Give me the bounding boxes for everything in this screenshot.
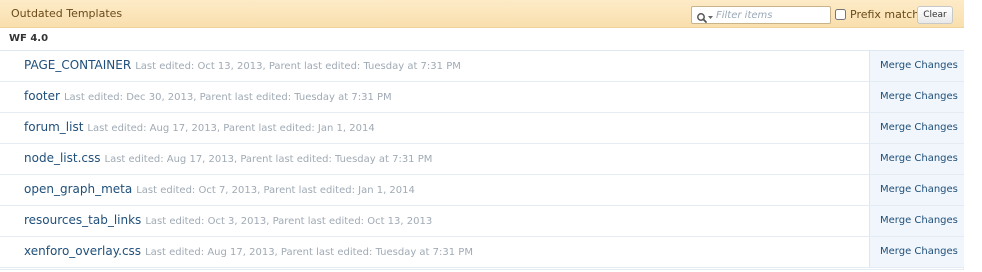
list-item: PAGE_CONTAINER Last edited: Oct 13, 2013,… [0, 51, 964, 82]
template-link[interactable]: resources_tab_links Last edited: Oct 3, 2… [24, 213, 432, 227]
filter-input[interactable] [716, 8, 826, 22]
template-entry: node_list.css Last edited: Aug 17, 2013, … [0, 144, 869, 174]
template-name: node_list.css [24, 151, 101, 165]
list-item: node_list.css Last edited: Aug 17, 2013, … [0, 144, 964, 175]
row-action-cell: Merge Changes [869, 206, 964, 236]
template-meta: Last edited: Aug 17, 2013, Parent last e… [87, 123, 375, 134]
template-meta: Last edited: Oct 7, 2013, Parent last ed… [136, 185, 415, 196]
merge-changes-link[interactable]: Merge Changes [880, 60, 958, 71]
template-link[interactable]: footer Last edited: Dec 30, 2013, Parent … [24, 89, 392, 103]
row-action-cell: Merge Changes [869, 237, 964, 267]
template-entry: open_graph_meta Last edited: Oct 7, 2013,… [0, 175, 869, 205]
list-item: footer Last edited: Dec 30, 2013, Parent … [0, 82, 964, 113]
merge-changes-link[interactable]: Merge Changes [880, 153, 958, 164]
merge-changes-link[interactable]: Merge Changes [880, 246, 958, 257]
merge-changes-link[interactable]: Merge Changes [880, 215, 958, 226]
panel-header: Outdated Templates Prefix match Clear [0, 0, 964, 28]
template-meta: Last edited: Aug 17, 2013, Parent last e… [104, 154, 433, 165]
template-name: open_graph_meta [24, 182, 133, 196]
template-entry: footer Last edited: Dec 30, 2013, Parent … [0, 82, 869, 112]
merge-changes-link[interactable]: Merge Changes [880, 91, 958, 102]
merge-changes-link[interactable]: Merge Changes [880, 184, 958, 195]
template-entry: xenforo_overlay.css Last edited: Aug 17, … [0, 237, 869, 267]
template-name: forum_list [24, 120, 84, 134]
group-title: WF 4.0 [9, 33, 49, 44]
template-meta: Last edited: Oct 13, 2013, Parent last e… [135, 61, 461, 72]
template-list: PAGE_CONTAINER Last edited: Oct 13, 2013,… [0, 51, 964, 268]
template-name: xenforo_overlay.css [24, 244, 142, 258]
template-link[interactable]: PAGE_CONTAINER Last edited: Oct 13, 2013,… [24, 58, 461, 72]
template-name: footer [24, 89, 60, 103]
list-item: resources_tab_links Last edited: Oct 3, 2… [0, 206, 964, 237]
template-name: PAGE_CONTAINER [24, 58, 132, 72]
outdated-templates-panel: Outdated Templates Prefix match Clear WF… [0, 0, 964, 270]
template-link[interactable]: node_list.css Last edited: Aug 17, 2013, … [24, 151, 432, 165]
search-dropdown-icon[interactable] [696, 9, 714, 23]
panel-title: Outdated Templates [11, 7, 123, 20]
template-link[interactable]: open_graph_meta Last edited: Oct 7, 2013,… [24, 182, 415, 196]
list-item: open_graph_meta Last edited: Oct 7, 2013,… [0, 175, 964, 206]
template-meta: Last edited: Aug 17, 2013, Parent last e… [145, 247, 473, 258]
template-meta: Last edited: Dec 30, 2013, Parent last e… [63, 92, 392, 103]
row-action-cell: Merge Changes [869, 51, 964, 81]
template-entry: PAGE_CONTAINER Last edited: Oct 13, 2013,… [0, 51, 869, 81]
template-entry: resources_tab_links Last edited: Oct 3, 2… [0, 206, 869, 236]
list-item: forum_list Last edited: Aug 17, 2013, Par… [0, 113, 964, 144]
row-action-cell: Merge Changes [869, 144, 964, 174]
template-name: resources_tab_links [24, 213, 142, 227]
clear-button[interactable]: Clear [917, 6, 953, 24]
merge-changes-link[interactable]: Merge Changes [880, 122, 958, 133]
template-meta: Last edited: Oct 3, 2013, Parent last ed… [145, 216, 433, 227]
row-action-cell: Merge Changes [869, 113, 964, 143]
prefix-match-label[interactable]: Prefix match [850, 8, 919, 21]
template-entry: forum_list Last edited: Aug 17, 2013, Par… [0, 113, 869, 143]
prefix-match-checkbox[interactable] [835, 9, 846, 20]
list-item: xenforo_overlay.css Last edited: Aug 17, … [0, 237, 964, 268]
template-link[interactable]: forum_list Last edited: Aug 17, 2013, Par… [24, 120, 375, 134]
row-action-cell: Merge Changes [869, 175, 964, 205]
row-action-cell: Merge Changes [869, 82, 964, 112]
template-link[interactable]: xenforo_overlay.css Last edited: Aug 17, … [24, 244, 473, 258]
group-heading: WF 4.0 [0, 28, 964, 51]
filter-box[interactable] [691, 6, 831, 24]
